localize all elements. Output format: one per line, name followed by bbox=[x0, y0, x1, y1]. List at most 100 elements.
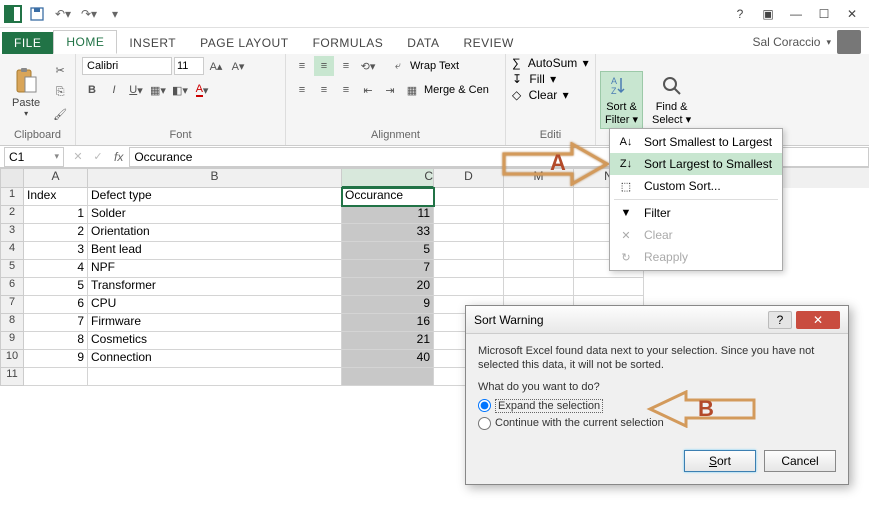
ribbon-display-icon[interactable]: ▣ bbox=[755, 4, 781, 24]
minimize-icon[interactable]: — bbox=[783, 4, 809, 24]
maximize-icon[interactable]: ☐ bbox=[811, 4, 837, 24]
dd-custom-sort[interactable]: ⬚Custom Sort... bbox=[610, 175, 782, 197]
row-header[interactable]: 11 bbox=[0, 368, 24, 386]
cell[interactable] bbox=[342, 368, 434, 386]
cell[interactable]: 7 bbox=[342, 260, 434, 278]
cell[interactable] bbox=[434, 188, 504, 206]
cell[interactable]: 3 bbox=[24, 242, 88, 260]
undo-icon[interactable]: ↶▾ bbox=[52, 3, 74, 25]
row-header[interactable]: 1 bbox=[0, 188, 24, 206]
fill-color-icon[interactable]: ◧▾ bbox=[170, 80, 190, 100]
cell[interactable] bbox=[434, 206, 504, 224]
cell[interactable]: 7 bbox=[24, 314, 88, 332]
col-header-c[interactable]: C bbox=[342, 168, 434, 188]
wrap-text-button[interactable]: Wrap Text bbox=[410, 60, 459, 72]
close-icon[interactable]: ✕ bbox=[839, 4, 865, 24]
cell[interactable]: Transformer bbox=[88, 278, 342, 296]
cell[interactable]: 20 bbox=[342, 278, 434, 296]
cell[interactable]: Firmware bbox=[88, 314, 342, 332]
dd-filter[interactable]: ▼Filter bbox=[610, 202, 782, 224]
format-painter-icon[interactable]: 🖌 bbox=[50, 105, 70, 125]
cell[interactable]: Defect type bbox=[88, 188, 342, 206]
tab-home[interactable]: HOME bbox=[53, 30, 117, 54]
cell[interactable] bbox=[504, 278, 574, 296]
cell[interactable] bbox=[88, 368, 342, 386]
cell[interactable]: Orientation bbox=[88, 224, 342, 242]
row-header[interactable]: 8 bbox=[0, 314, 24, 332]
qat-customize-icon[interactable]: ▾ bbox=[104, 3, 126, 25]
align-right-icon[interactable]: ≡ bbox=[336, 80, 356, 100]
radio-continue-input[interactable] bbox=[478, 417, 491, 430]
enter-formula-icon[interactable]: ✓ bbox=[88, 147, 108, 167]
bold-button[interactable]: B bbox=[82, 80, 102, 100]
cell[interactable]: 33 bbox=[342, 224, 434, 242]
col-header-d[interactable]: D bbox=[434, 168, 504, 188]
font-color-icon[interactable]: A▾ bbox=[192, 80, 212, 100]
save-icon[interactable] bbox=[26, 3, 48, 25]
redo-icon[interactable]: ↷▾ bbox=[78, 3, 100, 25]
cell[interactable] bbox=[434, 278, 504, 296]
dd-sort-smallest[interactable]: A↓Sort Smallest to Largest bbox=[610, 131, 782, 153]
help-icon[interactable]: ? bbox=[727, 4, 753, 24]
orientation-icon[interactable]: ⟲▾ bbox=[358, 56, 378, 76]
cell[interactable] bbox=[504, 224, 574, 242]
font-name-select[interactable] bbox=[82, 57, 172, 75]
col-header-a[interactable]: A bbox=[24, 168, 88, 188]
shrink-font-icon[interactable]: A▾ bbox=[228, 56, 248, 76]
row-header[interactable]: 2 bbox=[0, 206, 24, 224]
cell[interactable] bbox=[504, 206, 574, 224]
cell[interactable] bbox=[434, 260, 504, 278]
tab-insert[interactable]: INSERT bbox=[117, 32, 188, 54]
underline-button[interactable]: U▾ bbox=[126, 80, 146, 100]
tab-formulas[interactable]: FORMULAS bbox=[301, 32, 396, 54]
tab-page-layout[interactable]: PAGE LAYOUT bbox=[188, 32, 300, 54]
paste-button[interactable]: Paste▾ bbox=[6, 65, 46, 120]
cell[interactable]: 5 bbox=[24, 278, 88, 296]
name-box[interactable]: C1▾ bbox=[4, 147, 64, 167]
cell[interactable]: NPF bbox=[88, 260, 342, 278]
row-header[interactable]: 5 bbox=[0, 260, 24, 278]
tab-data[interactable]: DATA bbox=[395, 32, 451, 54]
sort-button[interactable]: Sort bbox=[684, 450, 756, 472]
user-area[interactable]: Sal Coraccio ▾ bbox=[752, 30, 869, 54]
row-header[interactable]: 10 bbox=[0, 350, 24, 368]
cell[interactable]: Bent lead bbox=[88, 242, 342, 260]
select-all-corner[interactable] bbox=[0, 168, 24, 188]
cell[interactable]: 5 bbox=[342, 242, 434, 260]
row-header[interactable]: 4 bbox=[0, 242, 24, 260]
cell[interactable]: 1 bbox=[24, 206, 88, 224]
cancel-button[interactable]: Cancel bbox=[764, 450, 836, 472]
decrease-indent-icon[interactable]: ⇤ bbox=[358, 80, 378, 100]
cell[interactable]: 40 bbox=[342, 350, 434, 368]
cell[interactable]: 4 bbox=[24, 260, 88, 278]
cell[interactable]: 8 bbox=[24, 332, 88, 350]
increase-indent-icon[interactable]: ⇥ bbox=[380, 80, 400, 100]
cell[interactable] bbox=[504, 260, 574, 278]
fill-button[interactable]: ↧ Fill ▾ bbox=[512, 72, 556, 86]
cell[interactable]: 9 bbox=[342, 296, 434, 314]
row-header[interactable]: 6 bbox=[0, 278, 24, 296]
merge-center-button[interactable]: Merge & Cen bbox=[424, 84, 489, 96]
tab-file[interactable]: FILE bbox=[2, 32, 53, 54]
copy-icon[interactable]: ⎘ bbox=[50, 83, 70, 103]
dialog-titlebar[interactable]: Sort Warning ? ✕ bbox=[466, 306, 848, 334]
cell[interactable] bbox=[574, 278, 644, 296]
cell-active[interactable]: Occurance bbox=[342, 188, 434, 206]
cell[interactable]: Connection bbox=[88, 350, 342, 368]
align-center-icon[interactable]: ≡ bbox=[314, 80, 334, 100]
align-top-icon[interactable]: ≡ bbox=[292, 56, 312, 76]
cell[interactable]: 9 bbox=[24, 350, 88, 368]
cell[interactable] bbox=[504, 242, 574, 260]
cell[interactable]: 11 bbox=[342, 206, 434, 224]
dd-sort-largest[interactable]: Z↓Sort Largest to Smallest bbox=[610, 153, 782, 175]
row-header[interactable]: 3 bbox=[0, 224, 24, 242]
cell[interactable] bbox=[24, 368, 88, 386]
borders-icon[interactable]: ▦▾ bbox=[148, 80, 168, 100]
cell[interactable]: 16 bbox=[342, 314, 434, 332]
font-size-select[interactable] bbox=[174, 57, 204, 75]
cell[interactable]: Solder bbox=[88, 206, 342, 224]
cell[interactable]: Index bbox=[24, 188, 88, 206]
align-left-icon[interactable]: ≡ bbox=[292, 80, 312, 100]
grow-font-icon[interactable]: A▴ bbox=[206, 56, 226, 76]
cancel-formula-icon[interactable]: ✕ bbox=[68, 147, 88, 167]
